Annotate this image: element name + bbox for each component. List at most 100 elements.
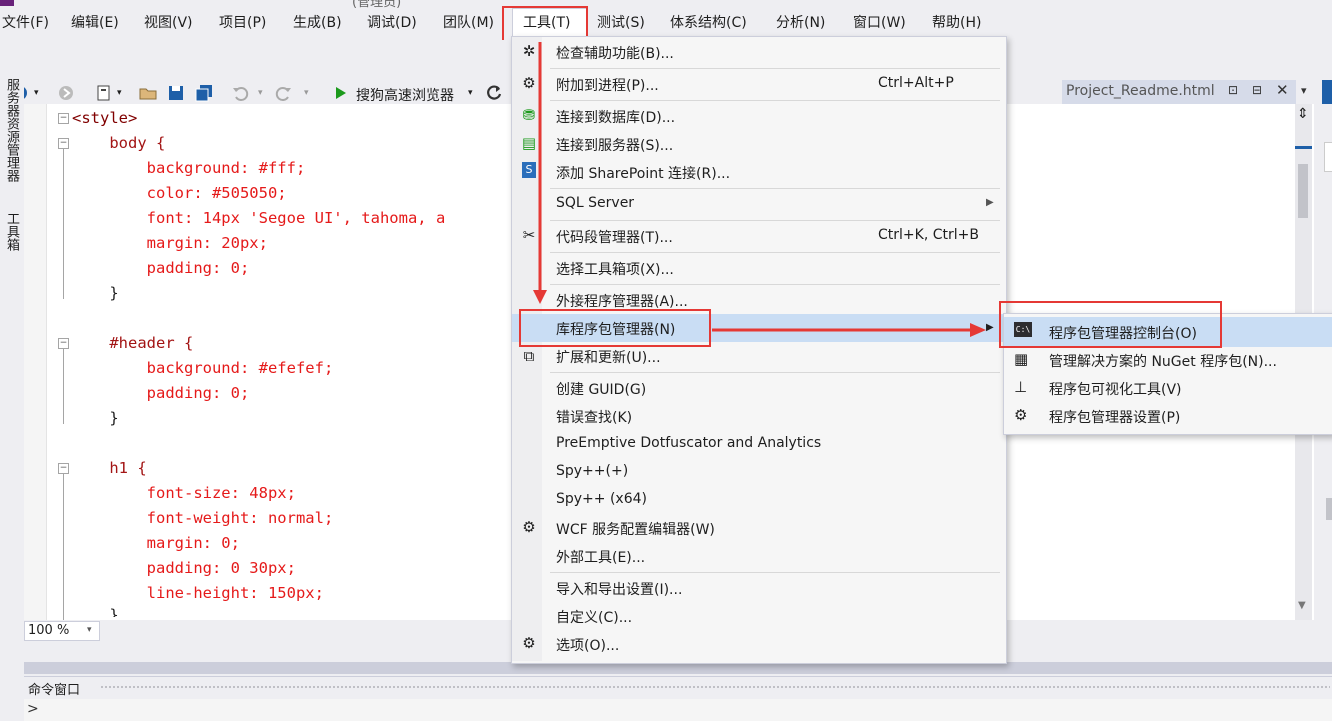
code-line-6: margin: 20px; bbox=[72, 234, 268, 252]
menu-item-connect-server[interactable]: 连接到服务器(S)... bbox=[556, 135, 673, 155]
side-panel-scrollbar[interactable] bbox=[1326, 498, 1332, 520]
menu-item-check-accessibility[interactable]: 检查辅助功能(B)... bbox=[556, 43, 674, 63]
submenu-item-package-visualizer[interactable]: 程序包可视化工具(V) bbox=[1049, 379, 1182, 399]
menu-test[interactable]: 测试(S) bbox=[597, 12, 645, 34]
menu-item-import-export[interactable]: 导入和导出设置(I)... bbox=[556, 579, 682, 599]
code-line-16: font-size: 48px; bbox=[72, 484, 296, 502]
accessibility-icon: ✲ bbox=[522, 42, 536, 60]
zoom-value: 100 % bbox=[28, 623, 70, 638]
browser-selector[interactable]: 搜狗高速浏览器 bbox=[356, 85, 454, 105]
new-project-icon[interactable] bbox=[94, 83, 114, 103]
save-all-icon[interactable] bbox=[194, 83, 214, 103]
undo-dropdown-icon[interactable]: ▾ bbox=[258, 88, 263, 98]
menu-item-wcf-editor[interactable]: WCF 服务配置编辑器(W) bbox=[556, 519, 715, 539]
tab-list-dropdown-icon[interactable]: ▾ bbox=[1301, 84, 1307, 97]
connect-server-icon: ▤ bbox=[521, 134, 537, 152]
save-icon[interactable] bbox=[166, 83, 186, 103]
attach-process-icon: ⚙ bbox=[522, 74, 536, 92]
scroll-down-icon[interactable]: ▼ bbox=[1298, 600, 1306, 611]
tab-close-icon[interactable]: ✕ bbox=[1276, 81, 1289, 99]
wcf-gear-icon: ⚙ bbox=[522, 518, 536, 536]
menu-item-options[interactable]: 选项(O)... bbox=[556, 635, 619, 655]
menu-item-dotfuscator[interactable]: PreEmptive Dotfuscator and Analytics bbox=[556, 435, 821, 451]
fold-toggle-style[interactable]: − bbox=[58, 113, 69, 124]
menu-file[interactable]: 文件(F) bbox=[2, 12, 49, 34]
side-panel-edge bbox=[1322, 80, 1332, 104]
menu-separator bbox=[550, 220, 1000, 221]
menu-item-error-lookup[interactable]: 错误查找(K) bbox=[556, 407, 632, 427]
redo-icon[interactable] bbox=[274, 83, 294, 103]
menu-item-external-tools[interactable]: 外部工具(E)... bbox=[556, 547, 645, 567]
menu-item-snippet-manager[interactable]: 代码段管理器(T)... bbox=[556, 227, 673, 247]
connect-database-icon: ⛃ bbox=[522, 106, 536, 124]
scrollbar-thumb[interactable] bbox=[1298, 164, 1308, 218]
document-tab[interactable]: Project_Readme.html ⊡ ⊟ ✕ bbox=[1062, 80, 1296, 104]
editor-gutter bbox=[24, 104, 47, 620]
menu-item-choose-toolbox[interactable]: 选择工具箱项(X)... bbox=[556, 259, 674, 279]
open-folder-icon[interactable] bbox=[138, 83, 158, 103]
fold-guide-header bbox=[63, 349, 64, 424]
code-line-21: } bbox=[72, 606, 119, 617]
submenu-arrow-icon: ▶ bbox=[986, 197, 994, 208]
redo-dropdown-icon[interactable]: ▾ bbox=[304, 88, 309, 98]
options-gear-icon: ⚙ bbox=[522, 634, 536, 652]
new-dropdown-icon[interactable]: ▾ bbox=[117, 88, 122, 98]
command-window-grip[interactable] bbox=[100, 685, 1330, 690]
code-line-13: } bbox=[72, 409, 119, 427]
start-debug-icon[interactable] bbox=[330, 83, 350, 103]
zoom-dropdown-icon[interactable]: ▾ bbox=[87, 625, 92, 635]
code-line-1: <style> bbox=[72, 109, 138, 127]
code-line-8: } bbox=[72, 284, 119, 302]
code-line-17: font-weight: normal; bbox=[72, 509, 334, 527]
command-input[interactable]: > bbox=[24, 699, 1332, 721]
submenu-item-package-settings[interactable]: 程序包管理器设置(P) bbox=[1049, 407, 1180, 427]
code-line-18: margin: 0; bbox=[72, 534, 240, 552]
menu-item-addin-manager[interactable]: 外接程序管理器(A)... bbox=[556, 291, 688, 311]
fold-toggle-body[interactable]: − bbox=[58, 138, 69, 149]
code-line-7: padding: 0; bbox=[72, 259, 250, 277]
menu-item-customize[interactable]: 自定义(C)... bbox=[556, 607, 632, 627]
back-dropdown-icon[interactable]: ▾ bbox=[34, 88, 39, 98]
nuget-icon: ▦ bbox=[1014, 350, 1029, 368]
menu-team[interactable]: 团队(M) bbox=[443, 12, 494, 34]
menu-window[interactable]: 窗口(W) bbox=[853, 12, 906, 34]
menu-edit[interactable]: 编辑(E) bbox=[71, 12, 119, 34]
menu-help[interactable]: 帮助(H) bbox=[932, 12, 981, 34]
split-editor-icon[interactable]: ⇕ bbox=[1297, 106, 1309, 122]
menu-item-create-guid[interactable]: 创建 GUID(G) bbox=[556, 379, 646, 399]
extensions-icon: ⧉ bbox=[523, 347, 535, 365]
vs-logo-icon bbox=[0, 0, 14, 6]
undo-icon[interactable] bbox=[230, 83, 250, 103]
toolbox-tab[interactable]: 工具箱 bbox=[2, 212, 21, 251]
forward-icon[interactable] bbox=[56, 83, 76, 103]
code-line-11: background: #efefef; bbox=[72, 359, 334, 377]
tab-pin-icon[interactable]: ⊡ bbox=[1228, 83, 1238, 97]
menu-item-extensions-updates[interactable]: 扩展和更新(U)... bbox=[556, 347, 661, 367]
menu-debug[interactable]: 调试(D) bbox=[367, 12, 417, 34]
menu-item-spy[interactable]: Spy++(+) bbox=[556, 463, 628, 479]
menu-analyze[interactable]: 分析(N) bbox=[776, 12, 825, 34]
code-line-19: padding: 0 30px; bbox=[72, 559, 296, 577]
sharepoint-icon: S bbox=[522, 162, 536, 178]
server-explorer-tab[interactable]: 服务器资源管理器 bbox=[2, 78, 21, 182]
menu-item-sharepoint[interactable]: 添加 SharePoint 连接(R)... bbox=[556, 163, 730, 183]
menu-separator bbox=[550, 284, 1000, 285]
fold-toggle-header[interactable]: − bbox=[58, 338, 69, 349]
menu-project[interactable]: 项目(P) bbox=[219, 12, 266, 34]
menu-build[interactable]: 生成(B) bbox=[293, 12, 342, 34]
side-panel-input[interactable] bbox=[1324, 142, 1332, 172]
fold-toggle-h1[interactable]: − bbox=[58, 463, 69, 474]
menu-item-attach-process[interactable]: 附加到进程(P)... bbox=[556, 75, 659, 95]
menu-item-connect-database[interactable]: 连接到数据库(D)... bbox=[556, 107, 675, 127]
zoom-combobox[interactable]: 100 % ▾ bbox=[24, 621, 100, 641]
submenu-item-manage-nuget[interactable]: 管理解决方案的 NuGet 程序包(N)... bbox=[1049, 351, 1277, 371]
menu-item-sql-server[interactable]: SQL Server bbox=[556, 195, 634, 211]
refresh-icon[interactable] bbox=[484, 83, 504, 103]
menu-view[interactable]: 视图(V) bbox=[144, 12, 193, 34]
menu-separator bbox=[550, 372, 1000, 373]
menu-item-spy-x64[interactable]: Spy++ (x64) bbox=[556, 491, 647, 507]
tab-preview-icon[interactable]: ⊟ bbox=[1252, 83, 1262, 97]
browser-dropdown-icon[interactable]: ▾ bbox=[468, 88, 473, 98]
menu-separator bbox=[550, 252, 1000, 253]
menu-architecture[interactable]: 体系结构(C) bbox=[670, 12, 747, 34]
